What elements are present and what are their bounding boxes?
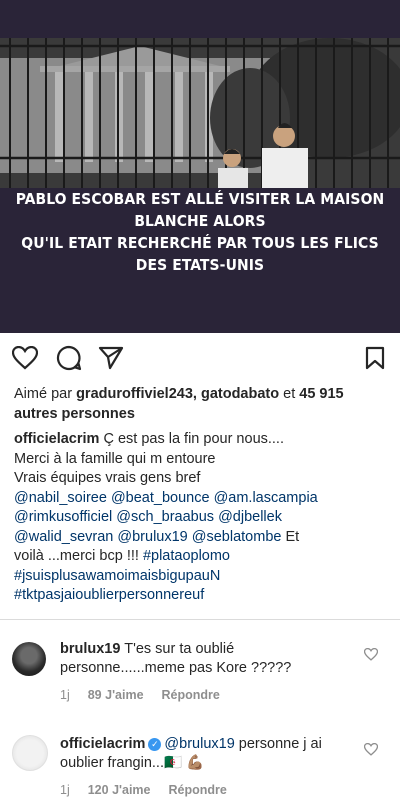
image-caption-line-2: QU'IL ETAIT RECHERCHÉ PAR TOUS LES FLICS… [21,234,379,274]
comment-body: officielacrim ✓ @brulux19 personne j ai ou… [60,735,360,773]
comment-emoji: 🇩🇿 💪🏽 [163,754,205,771]
likes-summary[interactable]: Aimé par graduroffiviel243, gatodabato e… [0,384,400,424]
share-direct-icon[interactable] [96,343,126,373]
comment-icon[interactable] [54,343,84,373]
comment-meta: 1j 89 J'aime Répondre [60,686,360,705]
caption-line-3: Vrais équipes vrais gens bref [14,470,201,486]
comment-body: brulux19 T'es sur ta oublié personne....… [60,640,360,678]
post-caption: officielacrim Ç est pas la fin pour nous… [0,430,400,606]
white-house-photo [0,38,400,188]
mention-link[interactable]: @sch_braabus [116,509,214,525]
comment-item: officielacrim ✓ @brulux19 personne j ai ou… [0,734,400,800]
comment-text-2: oublier frangin... [60,754,164,771]
comment-likes[interactable]: 89 J'aime [88,686,144,705]
likes-suffix[interactable]: autres personnes [14,406,135,422]
hashtag-link[interactable]: #jsuisplusawamoimaisbigupauN [14,568,220,584]
reply-button[interactable]: Répondre [162,686,220,705]
mention-link[interactable]: @nabil_soiree [14,490,107,506]
mention-link[interactable]: @rimkusofficiel [14,509,112,525]
bookmark-icon[interactable] [360,343,390,373]
post-image[interactable]: PABLO ESCOBAR EST ALLÉ VISITER LA MAISON… [0,0,400,333]
avatar[interactable] [12,734,48,771]
comment-likes[interactable]: 120 J'aime [88,781,151,800]
comment-text-2: personne......meme pas Kore ????? [60,659,292,676]
comment-username[interactable]: officielacrim [60,736,145,752]
comment-item: brulux19 T'es sur ta oublié personne....… [0,640,400,705]
avatar[interactable] [12,641,46,676]
likes-separator: , [192,386,201,402]
image-caption-line-1: PABLO ESCOBAR EST ALLÉ VISITER LA MAISON… [15,190,385,230]
liker-user-1[interactable]: graduroffiviel243 [76,386,193,402]
hashtag-link[interactable]: #tktpasjaioublierpersonnereuf [14,587,204,603]
divider [0,618,400,620]
likes-and: et [279,386,300,402]
action-bar [0,333,400,383]
mention-link[interactable]: @walid_sevran [14,529,113,545]
image-caption: PABLO ESCOBAR EST ALLÉ VISITER LA MAISON… [0,188,400,276]
like-heart-icon[interactable] [10,343,40,373]
mention-link[interactable]: @beat_bounce [111,490,210,506]
comment-text-1: personne j ai [234,735,322,752]
comment-time: 1j [60,782,70,797]
mention-link[interactable]: @djbellek [218,509,282,525]
mention-link[interactable]: @brulux19 [164,736,234,752]
caption-line-2: Merci à la famille qui m entoure [14,450,216,467]
caption-tail-2: voilà ...merci bcp !!! [14,548,143,564]
hashtag-link[interactable]: #plataoplomo [143,548,230,564]
likes-prefix: Aimé par [14,386,77,402]
comment-time: 1j [60,687,70,702]
reply-button[interactable]: Répondre [168,781,226,800]
mention-link[interactable]: @am.lascampia [214,490,318,506]
comment-like-heart-icon[interactable] [363,647,379,667]
liker-user-2[interactable]: gatodabato [201,386,279,402]
verified-badge-icon: ✓ [148,737,162,751]
mention-link[interactable]: @seblatombe [192,529,282,545]
caption-tail-1: Et [281,528,300,545]
comment-text-1: T'es sur ta oublié [124,640,235,657]
comment-like-heart-icon[interactable] [363,742,379,762]
mention-link[interactable]: @brulux19 [117,529,187,545]
caption-line-1: Ç est pas la fin pour nous.... [99,431,284,447]
caption-username[interactable]: officielacrim [14,431,99,447]
likes-count[interactable]: 45 915 [299,386,343,402]
comment-meta: 1j 120 J'aime Répondre [60,781,360,800]
comment-username[interactable]: brulux19 [60,641,120,657]
